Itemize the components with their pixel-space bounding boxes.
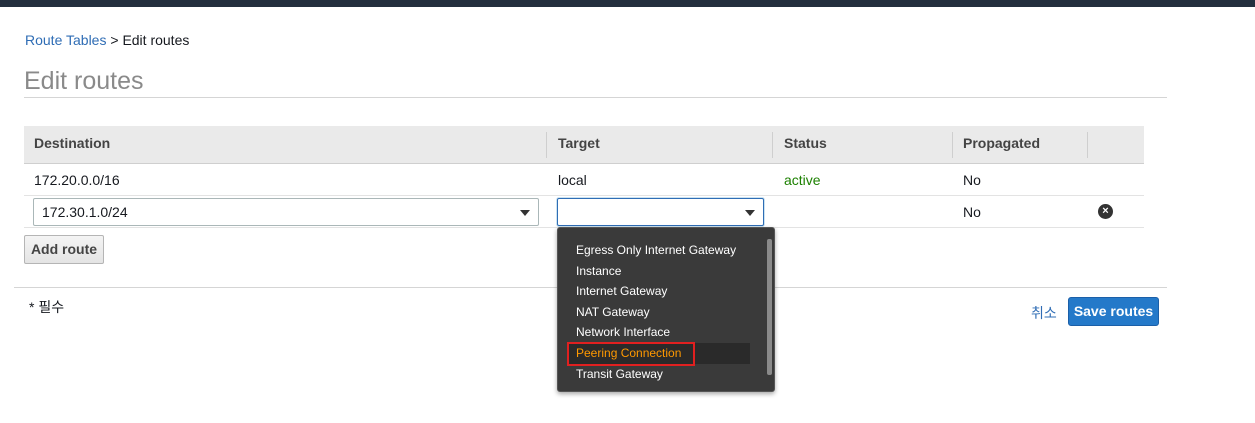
column-header-propagated: Propagated (963, 135, 1041, 151)
column-divider (1087, 132, 1088, 158)
breadcrumb-route-tables-link[interactable]: Route Tables (25, 32, 106, 48)
dropdown-scrollbar[interactable] (767, 239, 772, 375)
column-header-target: Target (558, 135, 600, 151)
column-divider (546, 132, 547, 158)
cancel-link[interactable]: 취소 (1031, 303, 1057, 323)
propagated-cell: No (963, 204, 981, 220)
target-cell: local (558, 172, 587, 188)
dropdown-option-network-interface[interactable]: Network Interface (576, 322, 670, 342)
add-route-button[interactable]: Add route (24, 235, 104, 264)
destination-cell: 172.20.0.0/16 (34, 172, 120, 188)
dropdown-option-instance[interactable]: Instance (576, 261, 621, 281)
breadcrumb-current: Edit routes (122, 32, 190, 48)
status-cell: active (784, 172, 821, 188)
dropdown-option-nat-gateway[interactable]: NAT Gateway (576, 302, 650, 322)
column-header-destination: Destination (34, 135, 111, 151)
column-divider (772, 132, 773, 158)
column-header-status: Status (784, 135, 827, 151)
target-dropdown-menu: Egress Only Internet Gateway Instance In… (557, 227, 775, 392)
propagated-cell: No (963, 172, 981, 188)
save-routes-button[interactable]: Save routes (1068, 297, 1159, 326)
annotation-highlight-box (567, 342, 695, 366)
close-circle-icon[interactable]: × (1098, 204, 1113, 219)
table-header: Destination Target Status Propagated (24, 126, 1144, 164)
routes-table: Destination Target Status Propagated 172… (24, 126, 1144, 228)
destination-select-value: 172.30.1.0/24 (42, 204, 128, 220)
destination-select[interactable]: 172.30.1.0/24 (33, 198, 539, 226)
page-title: Edit routes (24, 67, 144, 95)
chevron-down-icon (745, 210, 755, 216)
breadcrumb: Route Tables > Edit routes (25, 32, 189, 48)
table-row: 172.30.1.0/24 No × (24, 196, 1144, 228)
dropdown-option-internet-gateway[interactable]: Internet Gateway (576, 281, 667, 301)
top-navigation-bar (0, 0, 1255, 7)
dropdown-option-transit-gateway[interactable]: Transit Gateway (576, 364, 663, 384)
required-note: * 필수 (29, 299, 65, 315)
title-divider (24, 97, 1167, 98)
breadcrumb-separator: > (106, 32, 123, 48)
dropdown-option-egress-only-internet-gateway[interactable]: Egress Only Internet Gateway (576, 240, 736, 260)
table-row: 172.20.0.0/16 local active No (24, 164, 1144, 196)
chevron-down-icon (520, 210, 530, 216)
target-select[interactable] (557, 198, 764, 226)
